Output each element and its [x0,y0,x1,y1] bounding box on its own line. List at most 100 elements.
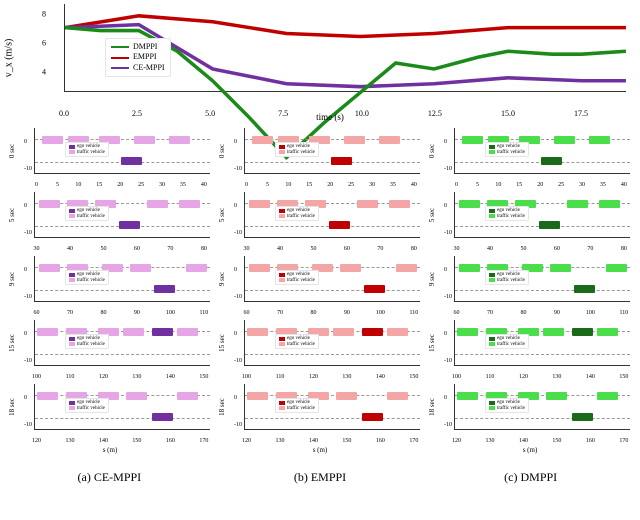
snapshot-legend: ego vehicletraffic vehicle [65,270,109,285]
snapshot-ylabel: 5 sec [8,208,16,222]
snapshot-ylabel: 5 sec [428,208,436,222]
ego-vehicle [154,285,175,293]
snapshot-plot: 18 sec0-10ego vehicletraffic vehicle1201… [218,382,422,444]
traffic-vehicle [42,136,63,144]
traffic-vehicle [543,328,564,336]
ego-vehicle [362,328,383,336]
snapshot-plot: 0 sec0-10ego vehicletraffic vehicle05101… [8,126,212,188]
traffic-vehicle [459,264,480,272]
snapshots-column: 0 sec0-10ego vehicletraffic vehicle05101… [8,126,212,454]
snapshot-ylabel: 18 sec [218,398,226,416]
traffic-vehicle [606,264,627,272]
traffic-vehicle [130,264,151,272]
snapshot-plot: 9 sec0-10ego vehicletraffic vehicle60708… [218,254,422,316]
ego-vehicle [121,157,142,165]
traffic-vehicle [597,392,618,400]
snapshot-ylabel: 9 sec [218,272,226,286]
ego-vehicle [541,157,562,165]
traffic-vehicle [37,328,58,336]
traffic-vehicle [134,136,155,144]
traffic-vehicle [396,264,417,272]
traffic-vehicle [39,264,60,272]
ego-vehicle [152,413,173,421]
snapshot-plot: 5 sec0-10ego vehicletraffic vehicle30405… [428,190,632,252]
snapshots-column: 0 sec0-10ego vehicletraffic vehicle05101… [218,126,422,454]
velocity-xlabel: time (s) [316,112,344,122]
velocity-legend: DMPPI EMPPI CE-MPPI [105,38,171,77]
ego-vehicle [329,221,350,229]
traffic-vehicle [379,136,400,144]
traffic-vehicle [387,392,408,400]
traffic-vehicle [554,136,575,144]
traffic-vehicle [336,392,357,400]
traffic-vehicle [462,136,483,144]
snapshot-ylabel: 9 sec [428,272,436,286]
traffic-vehicle [169,136,190,144]
traffic-vehicle [179,200,200,208]
traffic-vehicle [126,392,147,400]
snapshot-legend: ego vehicletraffic vehicle [65,334,109,349]
traffic-vehicle [247,328,268,336]
traffic-vehicle [457,328,478,336]
snapshot-plot: 9 sec0-10ego vehicletraffic vehicle60708… [428,254,632,316]
snapshot-legend: ego vehicletraffic vehicle [485,142,529,157]
traffic-vehicle [357,200,378,208]
snapshot-ylabel: 15 sec [428,334,436,352]
legend-swatch-emppi [111,57,129,59]
traffic-vehicle [459,200,480,208]
ego-vehicle [362,413,383,421]
snapshot-plot: 15 sec0-10ego vehicletraffic vehicle1001… [428,318,632,380]
velocity-ylabel: v_x (m/s) [4,39,15,78]
traffic-vehicle [177,392,198,400]
caption-a: (a) CE-MPPI [4,470,215,485]
ego-vehicle [539,221,560,229]
snapshot-plot: 5 sec0-10ego vehicletraffic vehicle30405… [8,190,212,252]
subcaptions: (a) CE-MPPI (b) EMPPI (c) DMPPI [4,470,636,485]
ego-vehicle [364,285,385,293]
snapshot-plot: 0 sec0-10ego vehicletraffic vehicle05101… [428,126,632,188]
traffic-vehicle [457,392,478,400]
snapshot-legend: ego vehicletraffic vehicle [65,206,109,221]
snapshot-legend: ego vehicletraffic vehicle [485,270,529,285]
traffic-vehicle [387,328,408,336]
snapshot-xlabel: s (m) [428,446,632,454]
snapshots-column: 0 sec0-10ego vehicletraffic vehicle05101… [428,126,632,454]
snapshot-ylabel: 5 sec [218,208,226,222]
snapshot-xlabel: s (m) [8,446,212,454]
traffic-vehicle [589,136,610,144]
legend-swatch-dmppi [111,46,129,48]
velocity-plot: v_x (m/s) 4 6 8 DMPPI EMPPI CE-MPPI 0.0 … [34,4,626,112]
traffic-vehicle [550,264,571,272]
ego-vehicle [572,413,593,421]
traffic-vehicle [123,328,144,336]
legend-swatch-cemppi [111,67,129,69]
snapshot-legend: ego vehicletraffic vehicle [275,270,319,285]
snapshot-xlabel: s (m) [218,446,422,454]
snapshot-plot: 15 sec0-10ego vehicletraffic vehicle1001… [8,318,212,380]
snapshot-ylabel: 15 sec [218,334,226,352]
traffic-vehicle [177,328,198,336]
snapshot-plot: 9 sec0-10ego vehicletraffic vehicle60708… [8,254,212,316]
traffic-vehicle [247,392,268,400]
caption-b: (b) EMPPI [215,470,426,485]
velocity-plot-area: DMPPI EMPPI CE-MPPI [64,4,626,92]
snapshot-plot: 15 sec0-10ego vehicletraffic vehicle1001… [218,318,422,380]
figure-root: v_x (m/s) 4 6 8 DMPPI EMPPI CE-MPPI 0.0 … [0,0,640,489]
snapshot-legend: ego vehicletraffic vehicle [65,398,109,413]
snapshot-legend: ego vehicletraffic vehicle [275,334,319,349]
ego-vehicle [574,285,595,293]
ego-vehicle [331,157,352,165]
traffic-vehicle [252,136,273,144]
snapshot-legend: ego vehicletraffic vehicle [485,398,529,413]
snapshot-legend: ego vehicletraffic vehicle [275,398,319,413]
snapshot-legend: ego vehicletraffic vehicle [275,206,319,221]
ego-vehicle [572,328,593,336]
snapshot-legend: ego vehicletraffic vehicle [485,334,529,349]
snapshot-ylabel: 18 sec [428,398,436,416]
traffic-vehicle [599,200,620,208]
traffic-vehicle [389,200,410,208]
snapshot-legend: ego vehicletraffic vehicle [485,206,529,221]
traffic-vehicle [333,328,354,336]
snapshot-ylabel: 18 sec [8,398,16,416]
snapshots-grid: 0 sec0-10ego vehicletraffic vehicle05101… [8,126,632,454]
